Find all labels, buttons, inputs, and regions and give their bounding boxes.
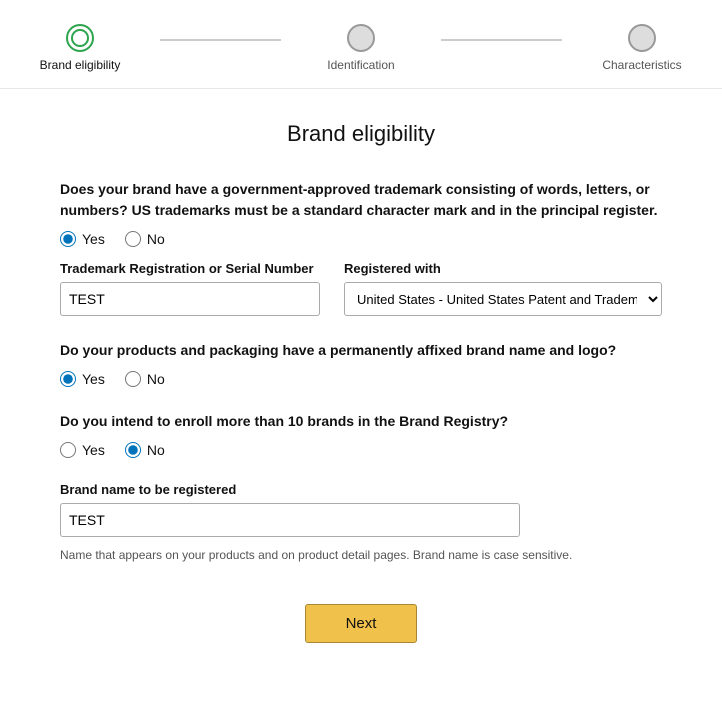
step-label-identification: Identification [327, 58, 394, 72]
trademark-number-label: Trademark Registration or Serial Number [60, 261, 320, 276]
q2-yes-label: Yes [82, 371, 105, 387]
q3-radio-group: Yes No [60, 442, 662, 458]
step-label-brand-eligibility: Brand eligibility [40, 58, 121, 72]
brand-name-input[interactable] [60, 503, 520, 537]
main-content: Brand eligibility Does your brand have a… [0, 89, 722, 715]
q3-yes-radio[interactable] [60, 442, 76, 458]
step-identification: Identification [281, 24, 441, 72]
q2-yes-radio[interactable] [60, 371, 76, 387]
registered-with-field: Registered with United States - United S… [344, 261, 662, 316]
step-circle-brand-eligibility [66, 24, 94, 52]
q2-radio-group: Yes No [60, 371, 662, 387]
section-q1: Does your brand have a government-approv… [60, 179, 662, 316]
q2-text: Do your products and packaging have a pe… [60, 340, 662, 361]
q1-no-option[interactable]: No [125, 231, 165, 247]
q1-no-label: No [147, 231, 165, 247]
section-q2: Do your products and packaging have a pe… [60, 340, 662, 387]
brand-name-hint: Name that appears on your products and o… [60, 547, 662, 564]
stepper: Brand eligibility Identification Charact… [0, 0, 722, 89]
registered-with-label: Registered with [344, 261, 662, 276]
trademark-number-input[interactable] [60, 282, 320, 316]
step-circle-identification [347, 24, 375, 52]
q1-yes-label: Yes [82, 231, 105, 247]
q2-no-radio[interactable] [125, 371, 141, 387]
trademark-number-field: Trademark Registration or Serial Number [60, 261, 320, 316]
q1-no-radio[interactable] [125, 231, 141, 247]
step-connector-2 [441, 39, 562, 41]
section-brand-name: Brand name to be registered Name that ap… [60, 482, 662, 564]
registered-with-select[interactable]: United States - United States Patent and… [344, 282, 662, 316]
q3-no-option[interactable]: No [125, 442, 165, 458]
q3-no-radio[interactable] [125, 442, 141, 458]
q3-no-label: No [147, 442, 165, 458]
q2-yes-option[interactable]: Yes [60, 371, 105, 387]
footer: Next [60, 604, 662, 683]
q3-text: Do you intend to enroll more than 10 bra… [60, 411, 662, 432]
page-title: Brand eligibility [60, 121, 662, 147]
trademark-form-row: Trademark Registration or Serial Number … [60, 261, 662, 316]
q3-yes-label: Yes [82, 442, 105, 458]
q1-text: Does your brand have a government-approv… [60, 179, 662, 221]
q2-no-option[interactable]: No [125, 371, 165, 387]
q1-yes-radio[interactable] [60, 231, 76, 247]
section-q3: Do you intend to enroll more than 10 bra… [60, 411, 662, 458]
next-button[interactable]: Next [305, 604, 418, 643]
step-circle-characteristics [628, 24, 656, 52]
step-characteristics: Characteristics [562, 24, 722, 72]
q1-yes-option[interactable]: Yes [60, 231, 105, 247]
q1-radio-group: Yes No [60, 231, 662, 247]
q3-yes-option[interactable]: Yes [60, 442, 105, 458]
step-label-characteristics: Characteristics [602, 58, 681, 72]
brand-name-label: Brand name to be registered [60, 482, 662, 497]
brand-name-field: Brand name to be registered Name that ap… [60, 482, 662, 564]
step-brand-eligibility: Brand eligibility [0, 24, 160, 72]
step-connector-1 [160, 39, 281, 41]
q2-no-label: No [147, 371, 165, 387]
